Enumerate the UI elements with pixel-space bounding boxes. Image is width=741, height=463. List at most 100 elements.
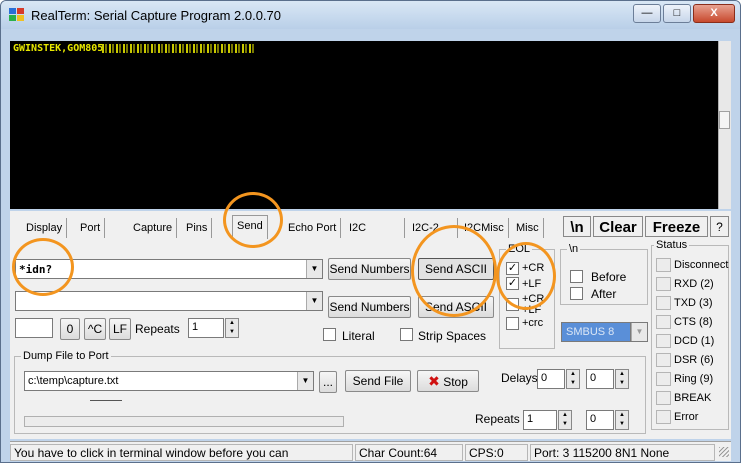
scrollbar-thumb[interactable] (719, 111, 730, 129)
dump-file-combo[interactable]: c:\temp\capture.txt ▼ (24, 371, 314, 391)
eol-lf-label-2: +LF (522, 304, 542, 316)
status-group: Status Disconnect RXD (2) TXD (3) CTS (8… (651, 239, 729, 430)
eol-cr-checkbox-2[interactable] (506, 298, 519, 311)
divider (90, 400, 122, 401)
eol-legend: EOL (506, 243, 533, 255)
progress-bar (24, 416, 344, 427)
before-label: Before (591, 270, 627, 284)
literal-checkbox[interactable] (323, 328, 336, 341)
minimize-button[interactable]: — (633, 4, 661, 23)
clear-button[interactable]: Clear (593, 216, 643, 237)
resize-grip[interactable] (719, 447, 729, 457)
status-bar: You have to click in terminal window bef… (10, 441, 731, 461)
status-error: Error (674, 411, 699, 423)
browse-button[interactable]: ... (319, 371, 337, 393)
status-led-rxd (656, 277, 671, 291)
repeats-spinner[interactable]: ▲ ▼ (225, 318, 239, 338)
eol-group: EOL ✓ +CR ✓ +LF +CR +LF +crc (499, 243, 555, 349)
status-led-ring (656, 372, 671, 386)
stop-button[interactable]: ✖ Stop (417, 370, 479, 392)
freeze-button[interactable]: Freeze (645, 216, 708, 237)
title-bar[interactable]: RealTerm: Serial Capture Program 2.0.0.7… (1, 1, 740, 29)
status-cts: CTS (8) (674, 316, 713, 328)
zero-button[interactable]: 0 (60, 318, 80, 340)
terminal-garbage-chars (102, 44, 254, 53)
tab-pins[interactable]: Pins (182, 218, 213, 238)
repeats-input[interactable]: 1 (188, 318, 224, 338)
tab-send[interactable]: Send (232, 215, 268, 239)
delays-label: Delays (501, 371, 538, 385)
close-icon: X (710, 7, 718, 19)
send-ascii-button-1[interactable]: Send ASCII (418, 258, 494, 280)
eol-crc-checkbox[interactable] (506, 317, 519, 330)
tab-strip: Display Port Capture Pins Send Echo Port… (10, 213, 731, 239)
status-dcd: DCD (1) (674, 335, 715, 347)
terminal-window[interactable]: GWINSTEK,GOM805 (10, 41, 731, 209)
dump-file-group: Dump File to Port c:\temp\capture.txt ▼ … (14, 350, 646, 434)
status-led-cts (656, 315, 671, 329)
terminal-scrollbar[interactable] (718, 41, 731, 209)
delays-spinner-2[interactable]: ▲ ▼ (615, 369, 629, 389)
tab-port[interactable]: Port (76, 218, 106, 238)
tab-i2c[interactable]: I2C (345, 218, 405, 238)
dump-repeats-spinner-2[interactable]: ▲ ▼ (615, 410, 629, 430)
send-line2-combo[interactable]: ▼ (15, 291, 323, 311)
delays-input-2[interactable]: 0 (586, 369, 614, 389)
status-message: You have to click in terminal window bef… (10, 444, 353, 461)
chevron-down-icon[interactable]: ▼ (297, 372, 313, 390)
tab-display[interactable]: Display (22, 218, 68, 238)
realterm-app-icon (9, 8, 24, 21)
status-led-disconnect (656, 258, 671, 272)
smbus-dropdown[interactable]: ▼ (630, 322, 648, 342)
eol-cr-checkbox-1[interactable]: ✓ (506, 262, 519, 275)
send-numbers-button-1[interactable]: Send Numbers (328, 258, 411, 280)
dump-repeats-spinner-1[interactable]: ▲ ▼ (558, 410, 572, 430)
delays-input-1[interactable]: 0 (537, 369, 565, 389)
after-checkbox[interactable] (570, 287, 583, 300)
dump-repeats-input-2[interactable]: 0 (586, 410, 614, 430)
tab-echo-port[interactable]: Echo Port (284, 218, 342, 238)
strip-spaces-checkbox[interactable] (400, 328, 413, 341)
cps: CPS:0 (465, 444, 528, 461)
tab-i2cmisc[interactable]: I2CMisc (460, 218, 509, 238)
realterm-window: RealTerm: Serial Capture Program 2.0.0.7… (0, 0, 741, 463)
send-numbers-button-2[interactable]: Send Numbers (328, 296, 411, 318)
help-button[interactable]: ? (710, 216, 729, 237)
strip-spaces-label: Strip Spaces (418, 329, 487, 343)
chevron-down-icon[interactable]: ▼ (306, 292, 322, 310)
after-label: After (591, 287, 617, 301)
ctrl-c-button[interactable]: ^C (84, 318, 106, 340)
delays-spinner-1[interactable]: ▲ ▼ (566, 369, 580, 389)
tab-capture[interactable]: Capture (129, 218, 178, 238)
chevron-down-icon[interactable]: ▼ (631, 323, 647, 341)
eol-cr-label-1: +CR (522, 262, 545, 274)
repeats-label: Repeats (135, 322, 180, 336)
status-led-break (656, 391, 671, 405)
send-line1-value: *idn? (19, 263, 53, 276)
tab-i2c-2[interactable]: I2C-2 (408, 218, 458, 238)
status-disconnect: Disconnect (674, 259, 729, 271)
before-checkbox[interactable] (570, 270, 583, 283)
newline-button[interactable]: \n (563, 216, 591, 237)
lf-button[interactable]: LF (109, 318, 131, 340)
dump-repeats-input-1[interactable]: 1 (523, 410, 557, 430)
status-led-dsr (656, 353, 671, 367)
maximize-icon: □ (673, 7, 681, 19)
tab-misc[interactable]: Misc (512, 218, 544, 238)
send-file-button[interactable]: Send File (345, 370, 411, 392)
smbus-select[interactable]: SMBUS 8 (561, 322, 631, 342)
maximize-button[interactable]: □ (663, 4, 691, 23)
status-led-dcd (656, 334, 671, 348)
eol-lf-checkbox-1[interactable]: ✓ (506, 277, 519, 290)
send-ascii-button-2[interactable]: Send ASCII (418, 296, 494, 318)
close-button[interactable]: X (693, 4, 735, 23)
status-break: BREAK (674, 392, 712, 404)
terminal-output: GWINSTEK,GOM805 (13, 43, 104, 54)
control-panel: Display Port Capture Pins Send Echo Port… (10, 211, 731, 439)
dump-file-legend: Dump File to Port (21, 350, 111, 362)
newline-group: \n Before After (560, 243, 648, 305)
number-input[interactable] (15, 318, 53, 338)
send-line1-combo[interactable]: *idn? ▼ (15, 259, 323, 279)
status-txd: TXD (3) (674, 297, 713, 309)
chevron-down-icon[interactable]: ▼ (306, 260, 322, 278)
